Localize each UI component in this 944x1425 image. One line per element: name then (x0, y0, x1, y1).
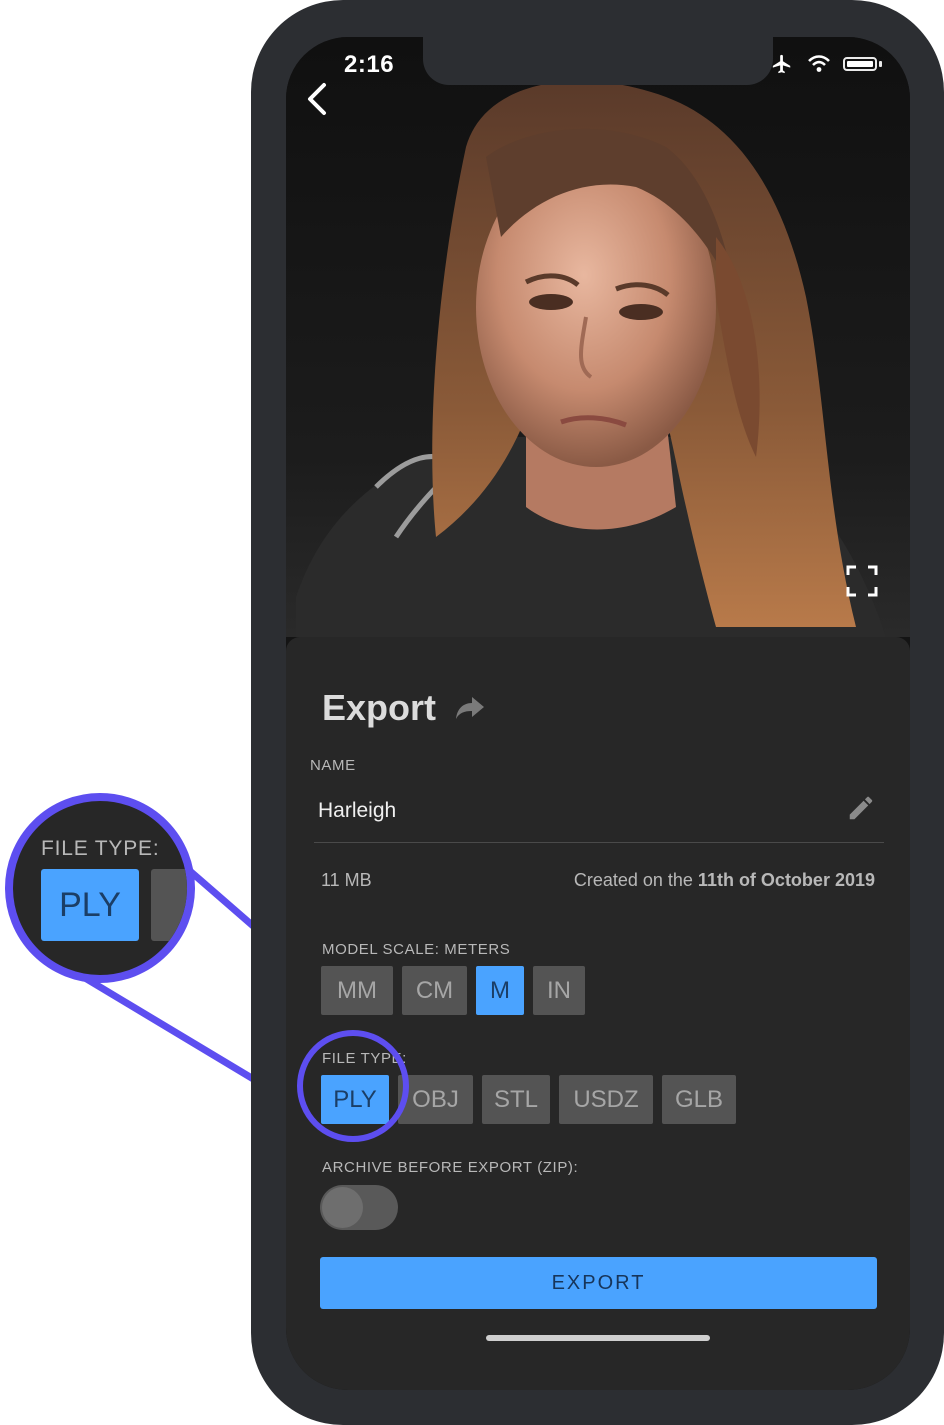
created-date: Created on the 11th of October 2019 (574, 870, 875, 891)
name-field[interactable]: Harleigh (318, 799, 396, 823)
name-label: NAME (310, 757, 356, 774)
scale-m-button[interactable]: M (476, 966, 524, 1015)
scale-selector: MM CM M IN (321, 966, 585, 1015)
created-date-value: 11th of October 2019 (697, 870, 875, 890)
file-type-usdz-button[interactable]: USDZ (559, 1075, 653, 1124)
scale-cm-button[interactable]: CM (402, 966, 467, 1015)
wifi-icon (808, 55, 830, 72)
created-prefix: Created on the (573, 870, 698, 890)
battery-icon (843, 57, 877, 71)
file-type-stl-button[interactable]: STL (482, 1075, 550, 1124)
export-title-row: Export (322, 687, 486, 729)
model-scale-label: MODEL SCALE: METERS (322, 941, 511, 958)
file-type-obj-button[interactable]: OBJ (398, 1075, 473, 1124)
magnifier-ply-button: PLY (41, 869, 139, 941)
status-time: 2:16 (344, 51, 395, 78)
share-arrow-icon[interactable] (454, 695, 486, 721)
3d-scan-model (296, 81, 886, 637)
fullscreen-icon[interactable] (844, 563, 880, 599)
export-title: Export (322, 687, 437, 728)
scale-mm-button[interactable]: MM (321, 966, 393, 1015)
airplane-icon (772, 54, 791, 74)
export-panel: Export NAME Harleigh 11 MB Created on th… (286, 637, 910, 1390)
archive-label: ARCHIVE BEFORE EXPORT (ZIP): (322, 1159, 579, 1176)
highlight-ring (297, 1030, 409, 1142)
battery-tip (879, 61, 882, 67)
magnifier-callout: FILE TYPE: PLY (5, 793, 195, 983)
archive-toggle[interactable] (320, 1185, 398, 1230)
file-size: 11 MB (321, 870, 372, 890)
edit-pencil-icon[interactable] (846, 793, 876, 823)
app-screen: 2:16 Export NAME Harleigh 11 MB Created … (286, 37, 910, 1390)
export-button[interactable]: EXPORT (320, 1257, 877, 1309)
status-icons (769, 53, 882, 75)
model-viewer[interactable] (286, 37, 910, 637)
back-chevron-icon[interactable] (296, 77, 340, 121)
home-indicator (486, 1335, 710, 1341)
magnifier-label: FILE TYPE: (41, 837, 160, 860)
scale-in-button[interactable]: IN (533, 966, 585, 1015)
device-notch (423, 37, 773, 85)
toggle-knob (322, 1187, 363, 1228)
file-type-glb-button[interactable]: GLB (662, 1075, 736, 1124)
name-divider (314, 842, 884, 843)
